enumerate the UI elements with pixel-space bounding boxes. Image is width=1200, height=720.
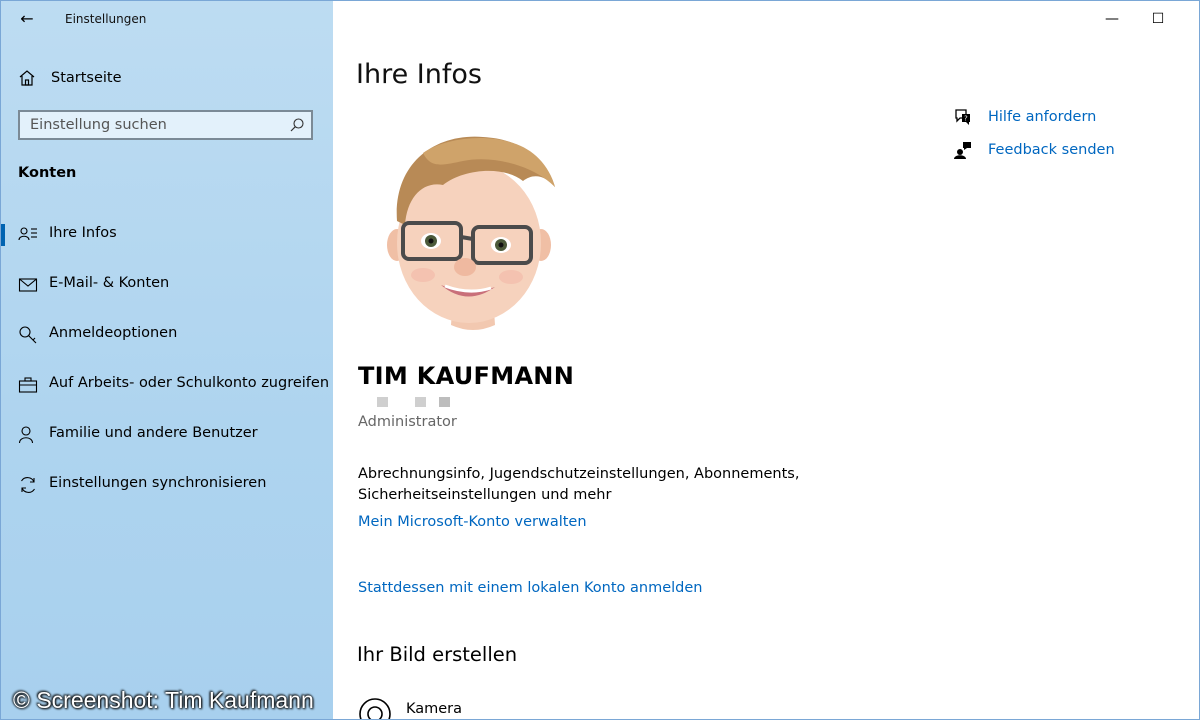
person-add-icon	[18, 426, 34, 444]
mail-icon	[18, 278, 38, 292]
nav-list: Ihre Infos E-Mail- & Konten Anmeldeoptio…	[1, 210, 333, 510]
maximize-button[interactable]: ☐	[1135, 7, 1181, 31]
minimize-icon: —	[1105, 11, 1119, 27]
user-name: TIM KAUFMANN	[358, 362, 575, 390]
camera-label: Kamera	[406, 701, 463, 717]
window-title: Einstellungen	[65, 12, 147, 26]
sidebar: ← Einstellungen Startseite Konten	[1, 1, 333, 719]
search-input[interactable]	[20, 112, 280, 138]
sidebar-item-label: Anmeldeoptionen	[49, 325, 178, 341]
selection-indicator	[1, 224, 5, 246]
screenshot-watermark: © Screenshot: Tim Kaufmann	[13, 687, 314, 713]
send-feedback-link[interactable]: Feedback senden	[953, 140, 1115, 160]
page-title: Ihre Infos	[356, 59, 482, 90]
feedback-icon	[954, 142, 971, 159]
maximize-icon: ☐	[1151, 11, 1165, 27]
search-box[interactable]	[18, 110, 313, 140]
create-picture-heading: Ihr Bild erstellen	[357, 643, 518, 666]
svg-text:?: ?	[964, 115, 968, 123]
sidebar-item-familie[interactable]: Familie und andere Benutzer	[1, 410, 333, 460]
camera-option[interactable]: Kamera	[358, 697, 463, 719]
get-help-link[interactable]: ? Hilfe anfordern	[953, 107, 1096, 127]
main-content: — ☐ Ihre Infos TIM KAUFMANN Administrato…	[333, 1, 1199, 719]
sidebar-item-label: Ihre Infos	[49, 225, 117, 241]
key-icon	[19, 326, 37, 344]
avatar	[387, 136, 555, 330]
sync-icon	[21, 477, 35, 493]
account-description: Abrechnungsinfo, Jugendschutzeinstellung…	[358, 466, 800, 503]
back-arrow-icon: ←	[20, 9, 34, 28]
sidebar-item-label: Auf Arbeits- oder Schulkonto zugreifen	[49, 375, 330, 391]
sidebar-item-ihre-infos[interactable]: Ihre Infos	[1, 210, 333, 260]
briefcase-icon	[18, 377, 38, 393]
minimize-button[interactable]: —	[1089, 7, 1135, 31]
settings-window: ← Einstellungen Startseite Konten	[0, 0, 1200, 720]
home-link[interactable]: Startseite	[17, 65, 122, 91]
local-account-link[interactable]: Stattdessen mit einem lokalen Konto anme…	[358, 580, 703, 596]
sidebar-item-email[interactable]: E-Mail- & Konten	[1, 260, 333, 310]
sidebar-item-anmeldeoptionen[interactable]: Anmeldeoptionen	[1, 310, 333, 360]
search-icon[interactable]	[289, 117, 305, 133]
home-icon	[19, 70, 35, 86]
camera-icon	[359, 698, 391, 719]
sidebar-item-label: Einstellungen synchronisieren	[49, 475, 267, 491]
section-title: Konten	[18, 165, 77, 181]
home-label: Startseite	[51, 70, 122, 86]
redacted-email	[377, 397, 450, 407]
person-list-icon	[18, 227, 37, 241]
sidebar-item-arbeitskonto[interactable]: Auf Arbeits- oder Schulkonto zugreifen	[1, 360, 333, 410]
sidebar-item-label: E-Mail- & Konten	[49, 275, 170, 291]
help-chat-icon: ?	[955, 109, 970, 125]
manage-account-link[interactable]: Mein Microsoft-Konto verwalten	[358, 514, 587, 530]
sidebar-item-sync[interactable]: Einstellungen synchronisieren	[1, 460, 333, 510]
sidebar-item-label: Familie und andere Benutzer	[49, 425, 258, 441]
get-help-label: Hilfe anfordern	[988, 109, 1097, 125]
send-feedback-label: Feedback senden	[988, 142, 1115, 158]
account-role: Administrator	[358, 414, 457, 430]
back-button[interactable]: ←	[15, 9, 39, 29]
